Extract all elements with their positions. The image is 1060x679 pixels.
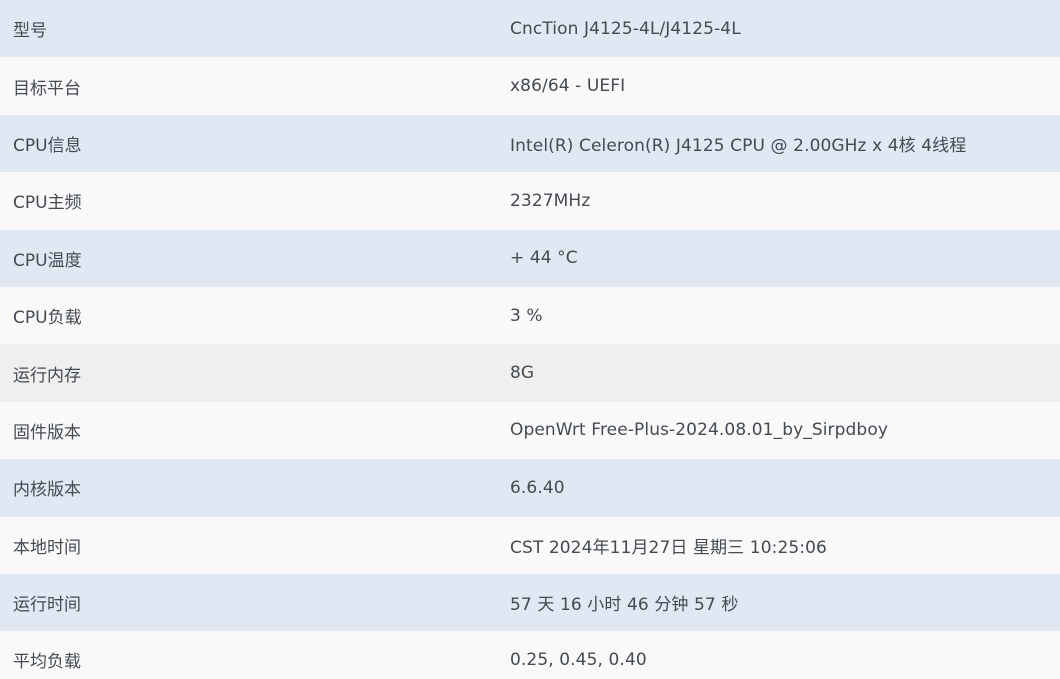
row-label: CPU负载	[13, 308, 82, 329]
info-row-firmware-version: 固件版本 OpenWrt Free-Plus-2024.08.01_by_Sir…	[0, 401, 1060, 460]
row-value: 0.25, 0.45, 0.40	[510, 649, 647, 670]
row-value: 3 %	[510, 305, 543, 326]
info-row-cpu-temperature: CPU温度 + 44 °C	[0, 229, 1060, 287]
info-row-cpu-frequency: CPU主频 2327MHz	[0, 172, 1060, 230]
row-label: 目标平台	[13, 78, 81, 99]
info-row-kernel-version: 内核版本 6.6.40	[0, 459, 1060, 517]
info-row-target-platform: 目标平台 x86/64 - UEFI	[0, 57, 1060, 115]
row-value: CST 2024年11月27日 星期三 10:25:06	[510, 537, 827, 558]
row-label: 运行内存	[13, 365, 81, 386]
info-row-cpu-load: CPU负载 3 %	[0, 286, 1060, 345]
row-label: CPU温度	[13, 250, 82, 271]
row-value: + 44 °C	[510, 248, 578, 269]
row-value: OpenWrt Free-Plus-2024.08.01_by_Sirpdboy	[510, 420, 888, 441]
info-row-load-average: 平均负载 0.25, 0.45, 0.40	[0, 631, 1060, 679]
system-status-table: 型号 CncTion J4125-4L/J4125-4L 目标平台 x86/64…	[0, 0, 1060, 679]
info-row-model: 型号 CncTion J4125-4L/J4125-4L	[0, 0, 1060, 58]
info-row-memory: 运行内存 8G	[0, 344, 1060, 402]
info-row-uptime: 运行时间 57 天 16 小时 46 分钟 57 秒	[0, 573, 1060, 632]
row-value: CncTion J4125-4L/J4125-4L	[510, 18, 741, 39]
row-label: 型号	[13, 21, 47, 42]
row-value: Intel(R) Celeron(R) J4125 CPU @ 2.00GHz …	[510, 135, 967, 156]
row-value: 6.6.40	[510, 477, 565, 498]
row-value: 8G	[510, 363, 535, 384]
row-value: x86/64 - UEFI	[510, 76, 626, 97]
row-label: 固件版本	[13, 422, 81, 443]
row-label: 本地时间	[13, 537, 81, 558]
row-label: 内核版本	[13, 480, 81, 501]
row-label: 平均负载	[13, 652, 81, 673]
system-status-body: 型号 CncTion J4125-4L/J4125-4L 目标平台 x86/64…	[0, 0, 1060, 679]
row-label: CPU信息	[13, 135, 82, 156]
row-label: CPU主频	[13, 193, 82, 214]
info-row-local-time: 本地时间 CST 2024年11月27日 星期三 10:25:06	[0, 516, 1060, 574]
info-row-cpu-info: CPU信息 Intel(R) Celeron(R) J4125 CPU @ 2.…	[0, 114, 1060, 173]
row-value: 2327MHz	[510, 190, 591, 211]
row-label: 运行时间	[13, 595, 81, 616]
row-value: 57 天 16 小时 46 分钟 57 秒	[510, 595, 739, 616]
